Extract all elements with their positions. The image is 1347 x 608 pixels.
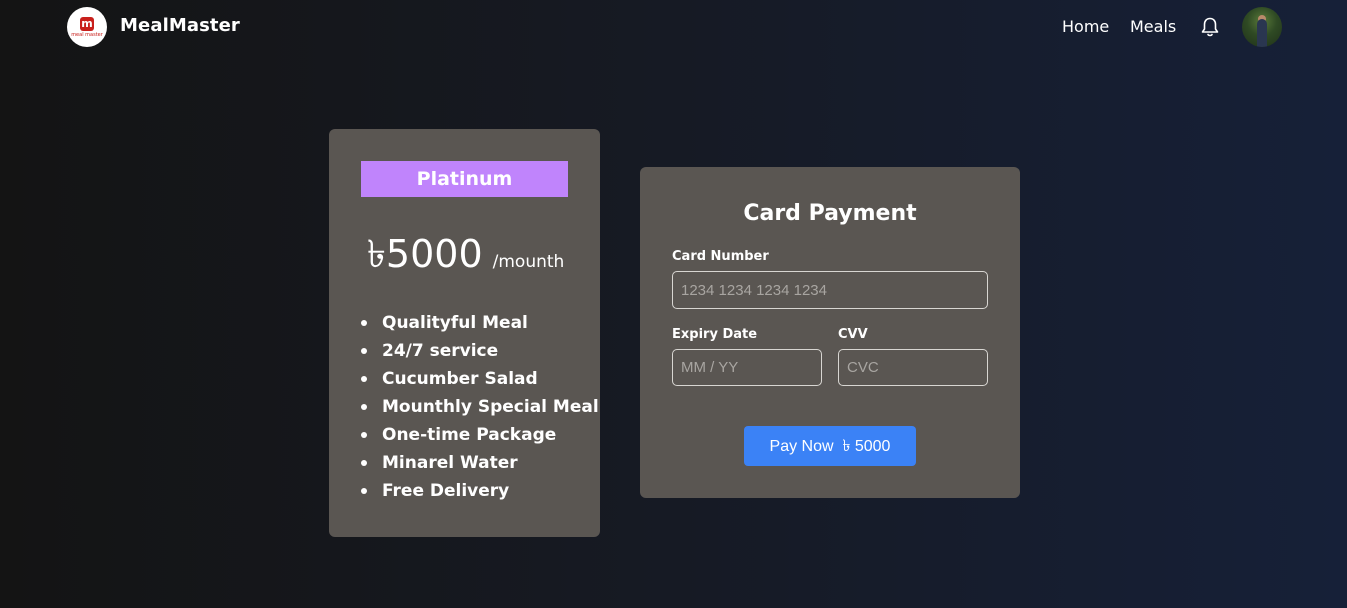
pay-now-button[interactable]: Pay Now ৳ 5000 — [744, 426, 916, 466]
logo-mark: m — [80, 16, 94, 31]
brand-name[interactable]: MealMaster — [120, 15, 240, 36]
bullet-icon — [361, 320, 367, 326]
bullet-icon — [361, 348, 367, 354]
feature-text: One-time Package — [382, 425, 557, 445]
feature-text: Cucumber Salad — [382, 369, 538, 389]
user-avatar[interactable] — [1242, 7, 1282, 47]
bullet-icon — [361, 404, 367, 410]
expiry-date-input[interactable] — [672, 349, 822, 386]
avatar-body — [1257, 19, 1267, 47]
plan-card: Platinum ৳5000 /mounth Qualityful Meal 2… — [329, 129, 600, 537]
feature-text: Free Delivery — [382, 481, 510, 501]
plan-name-badge: Platinum — [361, 161, 568, 197]
feature-text: Qualityful Meal — [382, 313, 528, 333]
feature-item: Mounthly Special Meal — [361, 393, 599, 421]
bullet-icon — [361, 432, 367, 438]
expiry-date-label: Expiry Date — [672, 327, 758, 342]
bullet-icon — [361, 376, 367, 382]
feature-list: Qualityful Meal 24/7 service Cucumber Sa… — [361, 309, 599, 505]
feature-item: Free Delivery — [361, 477, 599, 505]
feature-item: Minarel Water — [361, 449, 599, 477]
feature-item: 24/7 service — [361, 337, 599, 365]
feature-text: 24/7 service — [382, 341, 499, 361]
payment-card: Card Payment Card Number Expiry Date CVV… — [640, 167, 1020, 498]
card-number-input[interactable] — [672, 271, 988, 309]
feature-text: Mounthly Special Meal — [382, 397, 599, 417]
cvv-input[interactable] — [838, 349, 988, 386]
brand-logo[interactable]: m meal master — [67, 7, 107, 47]
bullet-icon — [361, 460, 367, 466]
logo-subtext: meal master — [71, 31, 103, 38]
bullet-icon — [361, 488, 367, 494]
nav-link-meals[interactable]: Meals — [1130, 17, 1176, 36]
feature-text: Minarel Water — [382, 453, 518, 473]
price-period: /mounth — [492, 252, 565, 272]
price-amount: ৳5000 — [367, 232, 483, 276]
plan-price: ৳5000 /mounth — [367, 225, 564, 289]
cvv-label: CVV — [838, 327, 868, 342]
payment-title: Card Payment — [743, 201, 917, 226]
feature-item: Cucumber Salad — [361, 365, 599, 393]
navbar: m meal master MealMaster Home Meals — [0, 0, 1347, 54]
feature-item: One-time Package — [361, 421, 599, 449]
feature-item: Qualityful Meal — [361, 309, 599, 337]
bell-icon[interactable] — [1200, 16, 1220, 38]
nav-link-home[interactable]: Home — [1062, 17, 1109, 36]
card-number-label: Card Number — [672, 249, 769, 264]
